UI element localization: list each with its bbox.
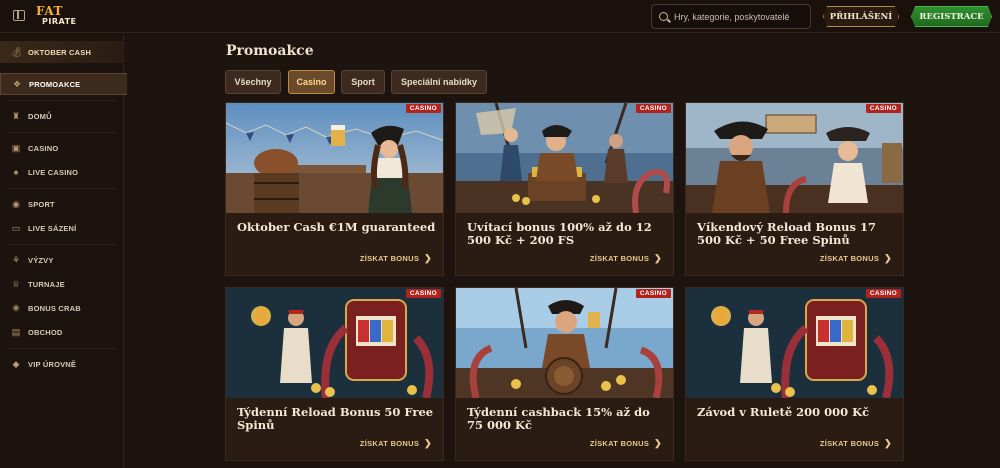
sidebar-divider	[8, 100, 116, 101]
sidebar-divider	[8, 348, 116, 349]
category-badge: CASINO	[635, 289, 671, 298]
sidebar-item-label: OBCHOD	[28, 327, 63, 337]
trophy-icon: ♕	[11, 279, 21, 289]
sidebar-item-label: VIP ÚROVNĚ	[28, 359, 77, 369]
chevron-right-icon: ❯	[884, 253, 892, 263]
sidebar-item-label: BONUS CRAB	[28, 303, 81, 313]
sidebar-item-label: PROMOAKCE	[29, 79, 81, 89]
category-badge: CASINO	[405, 104, 441, 113]
tab-specialni-nabidky[interactable]: Speciální nabídky	[391, 70, 487, 94]
sidebar: 💰︎ OKTOBER CASH ❖ PROMOAKCE ♜ DOMŮ ▣ CAS…	[0, 34, 127, 468]
promo-card[interactable]: CASINO Oktober Cash €1M guaranteed ZÍSKA…	[225, 102, 444, 276]
live-tv-icon: ▭	[11, 223, 21, 233]
search-placeholder: Hry, kategorie, poskytovatelé	[674, 12, 790, 22]
sidebar-item-obchod[interactable]: ▤ OBCHOD	[0, 321, 124, 343]
promo-image-welcome-bonus	[456, 103, 673, 213]
sidebar-item-domu[interactable]: ♜ DOMŮ	[0, 105, 124, 127]
search-input[interactable]: Hry, kategorie, poskytovatelé	[651, 4, 811, 29]
sidebar-item-bonus-crab[interactable]: ❀ BONUS CRAB	[0, 297, 124, 319]
promo-title: Víkendový Reload Bonus 17 500 Kč + 50 Fr…	[697, 220, 877, 247]
promo-card[interactable]: CASINO Závod v Ruletě 200 000 Kč ZÍSKAT …	[685, 287, 904, 461]
logo[interactable]: FAT PIRATE	[34, 4, 78, 28]
sidebar-item-label: SPORT	[28, 199, 55, 209]
money-bag-icon: 💰︎	[11, 47, 23, 57]
gift-icon: ❖	[12, 79, 22, 89]
promo-image-oktober-cash	[226, 103, 443, 213]
cards-icon: ♠	[13, 167, 19, 177]
tab-casino[interactable]: Casino	[288, 70, 335, 94]
get-bonus-label: ZÍSKAT BONUS	[589, 439, 650, 448]
tab-vsechny[interactable]: Všechny	[225, 70, 281, 94]
get-bonus-label: ZÍSKAT BONUS	[359, 254, 420, 263]
get-bonus-label: ZÍSKAT BONUS	[589, 254, 650, 263]
promo-image-weekend-reload	[686, 103, 903, 213]
promo-image-weekly-cashback	[456, 288, 673, 398]
sidebar-item-casino[interactable]: ▣ CASINO	[0, 137, 124, 159]
promo-title: Týdenní Reload Bonus 50 Free Spinů	[237, 405, 434, 432]
sidebar-item-live-sazeni[interactable]: ▭ LIVE SÁZENÍ	[0, 217, 124, 239]
get-bonus-link[interactable]: ZÍSKAT BONUS ❯	[820, 438, 892, 449]
slot-machine-icon: ▣	[11, 143, 21, 153]
category-badge: CASINO	[635, 104, 671, 113]
sidebar-item-label: OKTOBER CASH	[28, 47, 92, 57]
soccer-ball-icon: ◉	[12, 199, 20, 209]
sidebar-item-sport[interactable]: ◉ SPORT	[0, 193, 124, 215]
chevron-right-icon: ❯	[884, 438, 892, 448]
medal-icon: ⚘	[11, 255, 21, 265]
sidebar-toggle-icon[interactable]	[13, 10, 25, 21]
sidebar-item-vip-urovne[interactable]: ◆ VIP ÚROVNĚ	[0, 353, 124, 375]
logo-text-bottom: PIRATE	[42, 17, 77, 26]
sidebar-divider	[8, 132, 116, 133]
sidebar-item-label: TURNAJE	[28, 279, 65, 289]
get-bonus-link[interactable]: ZÍSKAT BONUS ❯	[360, 253, 432, 264]
page-title: Promoakce	[226, 43, 314, 59]
castle-icon: ♜	[11, 111, 21, 121]
promo-title: Závod v Ruletě 200 000 Kč	[697, 405, 870, 419]
category-badge: CASINO	[865, 289, 901, 298]
top-header: FAT PIRATE Hry, kategorie, poskytovatelé…	[0, 0, 1000, 33]
get-bonus-label: ZÍSKAT BONUS	[819, 439, 880, 448]
sidebar-item-label: LIVE SÁZENÍ	[28, 223, 77, 233]
register-button[interactable]: REGISTRACE	[911, 6, 992, 27]
sidebar-item-label: VÝZVY	[28, 255, 54, 265]
shop-basket-icon: ▤	[11, 327, 21, 337]
chevron-right-icon: ❯	[424, 253, 432, 263]
promo-card[interactable]: CASINO Týdenní Reload Bonus 50 Free Spin…	[225, 287, 444, 461]
promo-title: Týdenní cashback 15% až do 75 000 Kč	[467, 405, 650, 432]
search-icon	[659, 12, 668, 21]
get-bonus-link[interactable]: ZÍSKAT BONUS ❯	[590, 253, 662, 264]
sidebar-item-vyzvy[interactable]: ⚘ VÝZVY	[0, 249, 124, 271]
promo-card[interactable]: CASINO Týdenní cashback 15% až do 75 000…	[455, 287, 674, 461]
promo-title: Oktober Cash €1M guaranteed	[237, 220, 436, 234]
chevron-right-icon: ❯	[654, 438, 662, 448]
sidebar-item-label: DOMŮ	[28, 111, 52, 121]
diamond-icon: ◆	[12, 359, 20, 369]
get-bonus-label: ZÍSKAT BONUS	[359, 439, 420, 448]
category-badge: CASINO	[405, 289, 441, 298]
chevron-right-icon: ❯	[424, 438, 432, 448]
get-bonus-label: ZÍSKAT BONUS	[819, 254, 880, 263]
get-bonus-link[interactable]: ZÍSKAT BONUS ❯	[360, 438, 432, 449]
chevron-right-icon: ❯	[654, 253, 662, 263]
promo-image-weekly-reload	[226, 288, 443, 398]
sidebar-item-label: CASINO	[28, 143, 59, 153]
get-bonus-link[interactable]: ZÍSKAT BONUS ❯	[590, 438, 662, 449]
sidebar-item-promoakce[interactable]: ❖ PROMOAKCE	[0, 73, 127, 95]
promo-card[interactable]: CASINO Uvítací bonus 100% až do 12 500 K…	[455, 102, 674, 276]
sidebar-divider	[8, 244, 116, 245]
sidebar-item-live-casino[interactable]: ♠ LIVE CASINO	[0, 161, 124, 183]
sidebar-item-oktober-cash[interactable]: 💰︎ OKTOBER CASH	[0, 41, 124, 63]
sidebar-divider	[8, 188, 116, 189]
logo-text-top: FAT	[36, 4, 63, 18]
category-badge: CASINO	[865, 104, 901, 113]
crab-icon: ❀	[12, 303, 20, 313]
sidebar-item-label: LIVE CASINO	[28, 167, 79, 177]
get-bonus-link[interactable]: ZÍSKAT BONUS ❯	[820, 253, 892, 264]
sidebar-item-turnaje[interactable]: ♕ TURNAJE	[0, 273, 124, 295]
login-button[interactable]: PŘIHLÁŠENÍ	[823, 6, 899, 27]
promo-card[interactable]: CASINO Víkendový Reload Bonus 17 500 Kč …	[685, 102, 904, 276]
promo-title: Uvítací bonus 100% až do 12 500 Kč + 200…	[467, 220, 652, 247]
tab-sport[interactable]: Sport	[341, 70, 385, 94]
promo-image-roulette-race	[686, 288, 903, 398]
